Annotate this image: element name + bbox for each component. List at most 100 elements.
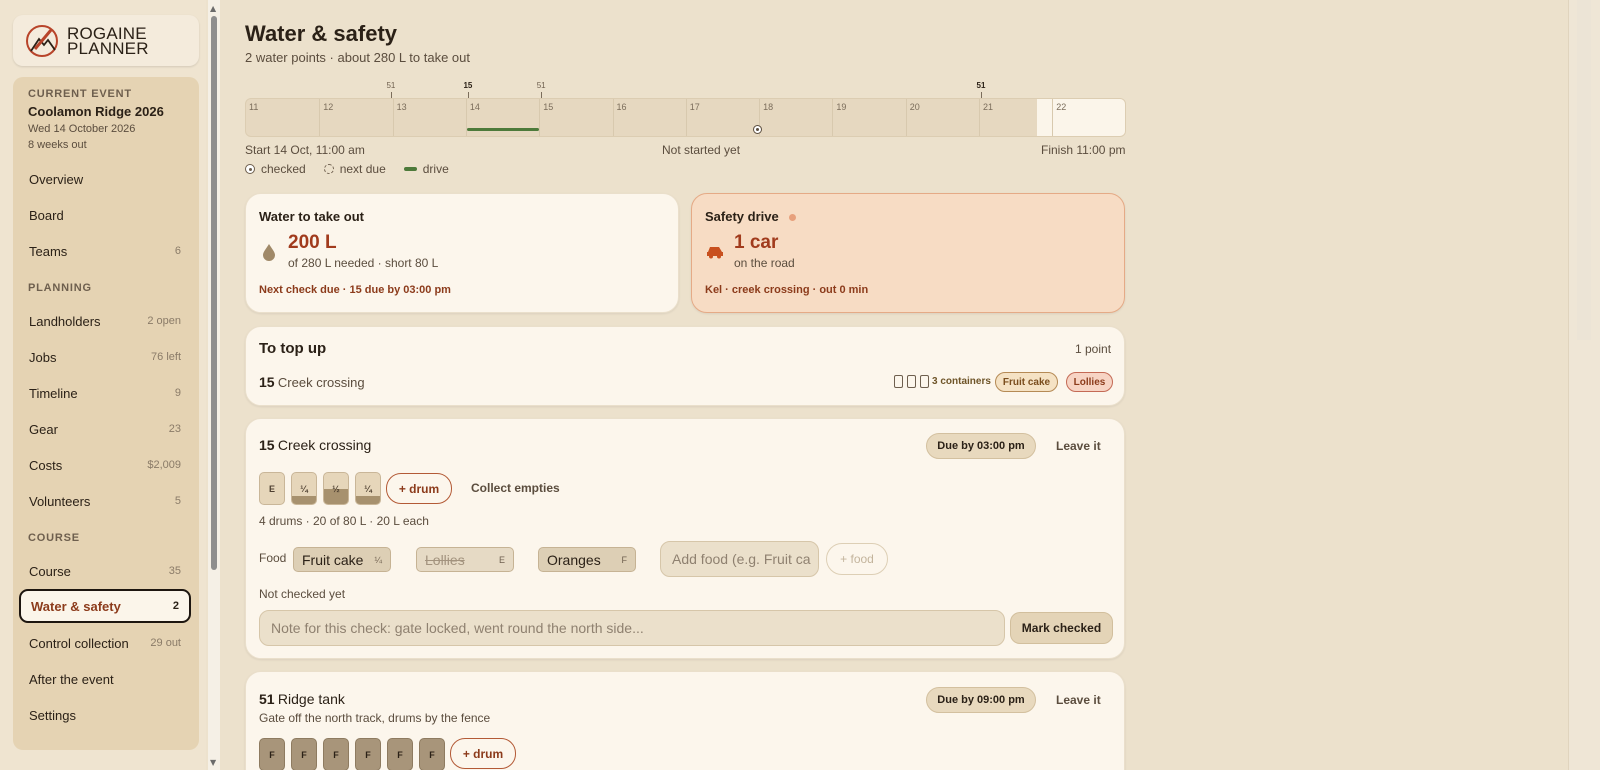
food-item-oranges[interactable]: Oranges F — [538, 547, 636, 572]
food-chip-fruit-cake: Fruit cake — [995, 372, 1058, 392]
timeline-hour-20: 20 — [905, 99, 920, 136]
mark-checked-button[interactable]: Mark checked — [1010, 612, 1113, 644]
water-drum[interactable]: F — [259, 738, 285, 770]
timeline-hour-22: 22 — [1052, 99, 1066, 136]
water-drum[interactable]: E — [259, 472, 285, 505]
safety-card-title: Safety drive — [705, 209, 779, 224]
safety-detail: on the road — [734, 256, 795, 270]
food-item-lollies[interactable]: Lollies E — [416, 547, 514, 572]
logo-line2: PLANNER — [67, 38, 149, 58]
nav-water-safety[interactable]: Water & safety 2 — [19, 589, 191, 623]
safety-drive-note: Kel · creek crossing · out 0 min — [705, 284, 869, 296]
timeline-drive-bar — [467, 128, 539, 131]
water-amount: 200 L — [288, 232, 337, 253]
nav-after-event[interactable]: After the event — [19, 663, 191, 695]
due-badge: Due by 09:00 pm — [926, 687, 1036, 713]
food-label: Food — [259, 551, 287, 565]
timeline-hour-12: 12 — [319, 99, 333, 136]
page-scrollbar[interactable] — [1568, 0, 1600, 770]
water-drum[interactable]: ¼ — [355, 472, 381, 505]
compass-logo-icon — [26, 24, 58, 57]
scroll-down-icon[interactable]: ▼ — [210, 758, 216, 767]
scroll-thumb[interactable] — [211, 16, 217, 570]
nav-control-collection[interactable]: Control collection 29 out — [19, 627, 191, 659]
drum-summary: 4 drums · 20 of 80 L · 20 L each — [259, 514, 429, 528]
nav-landholders[interactable]: Landholders 2 open — [19, 305, 191, 337]
app-logo[interactable]: ROGAINE PLANNER — [13, 15, 199, 66]
food-item-fruit-cake[interactable]: Fruit cake ¼ — [293, 547, 391, 572]
nav-course[interactable]: Course 35 — [19, 555, 191, 587]
water-drop-icon — [263, 244, 275, 261]
water-drum[interactable]: F — [419, 738, 445, 770]
page-subtitle: 2 water points · about 280 L to take out — [245, 50, 470, 65]
leave-it-button[interactable]: Leave it — [1056, 693, 1101, 707]
nav-timeline[interactable]: Timeline 9 — [19, 377, 191, 409]
timeline-marker-label: 15 — [463, 81, 473, 90]
water-detail: of 280 L needed · short 80 L — [288, 256, 439, 270]
collect-empties-button[interactable]: Collect empties — [471, 481, 560, 495]
water-drum[interactable]: F — [291, 738, 317, 770]
timeline-marker-label: 51 — [386, 81, 396, 90]
sidebar: ROGAINE PLANNER CURRENT EVENT Coolamon R… — [0, 0, 206, 770]
water-drum[interactable]: F — [355, 738, 381, 770]
car-icon — [707, 247, 723, 259]
nav-settings[interactable]: Settings — [19, 699, 191, 731]
timeline-current-dot — [753, 125, 762, 134]
point-51-description: Gate off the north track, drums by the f… — [259, 711, 491, 725]
nav-jobs[interactable]: Jobs 76 left — [19, 341, 191, 373]
top-up-card: To top up 1 point 15 Creek crossing 3 co… — [245, 326, 1125, 406]
nav-overview[interactable]: Overview — [19, 163, 191, 195]
check-status: Not checked yet — [259, 587, 346, 601]
top-up-row[interactable]: 15 Creek crossing — [259, 374, 365, 390]
event-weeks-out: 8 weeks out — [28, 139, 87, 151]
due-badge: Due by 03:00 pm — [926, 433, 1036, 459]
nav-costs[interactable]: Costs $2,009 — [19, 449, 191, 481]
water-drum[interactable]: ½ — [323, 472, 349, 505]
water-drum[interactable]: ¼ — [291, 472, 317, 505]
container-icon — [907, 375, 916, 388]
add-drum-button[interactable]: + drum — [386, 473, 452, 504]
sidebar-scrollbar[interactable]: ▲ ▼ — [208, 0, 220, 770]
nav-volunteers[interactable]: Volunteers 5 — [19, 485, 191, 517]
water-card[interactable]: Water to take out 200 L of 280 L needed … — [245, 193, 679, 313]
leave-it-button[interactable]: Leave it — [1056, 439, 1101, 453]
timeline-hour-15: 15 — [539, 99, 553, 136]
status-dot-icon — [789, 214, 796, 221]
scroll-up-icon[interactable]: ▲ — [210, 4, 216, 13]
timeline-status: Not started yet — [662, 143, 741, 157]
add-drum-button[interactable]: + drum — [450, 738, 516, 769]
cars-on-road: 1 car — [734, 232, 779, 253]
page-scroll-thumb[interactable] — [1577, 0, 1591, 340]
point-51-heading: 51 Ridge tank — [259, 691, 345, 707]
timeline-marker-label: 51 — [536, 81, 546, 90]
water-drum[interactable]: F — [387, 738, 413, 770]
top-up-count: 1 point — [1075, 342, 1112, 356]
container-icon — [894, 375, 903, 388]
event-kicker: CURRENT EVENT — [28, 88, 132, 100]
add-food-button[interactable]: + food — [826, 543, 888, 575]
check-note-input[interactable]: Note for this check: gate locked, went r… — [259, 610, 1005, 646]
timeline-hour-13: 13 — [392, 99, 407, 136]
timeline-future-block — [1037, 99, 1125, 136]
nav-panel: CURRENT EVENT Coolamon Ridge 2026 Wed 14… — [13, 77, 199, 750]
water-point-15-card: 15 Creek crossing Due by 03:00 pm Leave … — [245, 418, 1125, 659]
next-due-legend-icon — [323, 164, 334, 174]
event-date: Wed 14 October 2026 — [28, 123, 136, 135]
nav-gear[interactable]: Gear 23 — [19, 413, 191, 445]
safety-drive-card[interactable]: Safety drive 1 car on the road Kel · cre… — [691, 193, 1125, 313]
food-chip-lollies: Lollies — [1066, 372, 1113, 392]
container-icon — [920, 375, 929, 388]
nav-board[interactable]: Board — [19, 199, 191, 231]
timeline-hour-21: 21 — [979, 99, 993, 136]
water-drum[interactable]: F — [323, 738, 349, 770]
drive-legend-icon — [403, 167, 417, 171]
add-food-input[interactable]: Add food (e.g. Fruit ca — [660, 541, 819, 577]
timeline-start: Start 14 Oct, 11:00 am — [245, 143, 365, 157]
event-name[interactable]: Coolamon Ridge 2026 — [28, 104, 164, 119]
nav-teams[interactable]: Teams 6 — [19, 235, 191, 267]
timeline-hour-14: 14 — [465, 99, 480, 136]
drum-fill — [356, 496, 380, 504]
timeline-finish: Finish 11:00 pm — [1041, 143, 1126, 157]
timeline-legend: checked next due drive — [245, 162, 449, 176]
timeline-strip[interactable]: 11 12 13 14 15 16 17 18 19 20 21 22 — [245, 98, 1126, 137]
